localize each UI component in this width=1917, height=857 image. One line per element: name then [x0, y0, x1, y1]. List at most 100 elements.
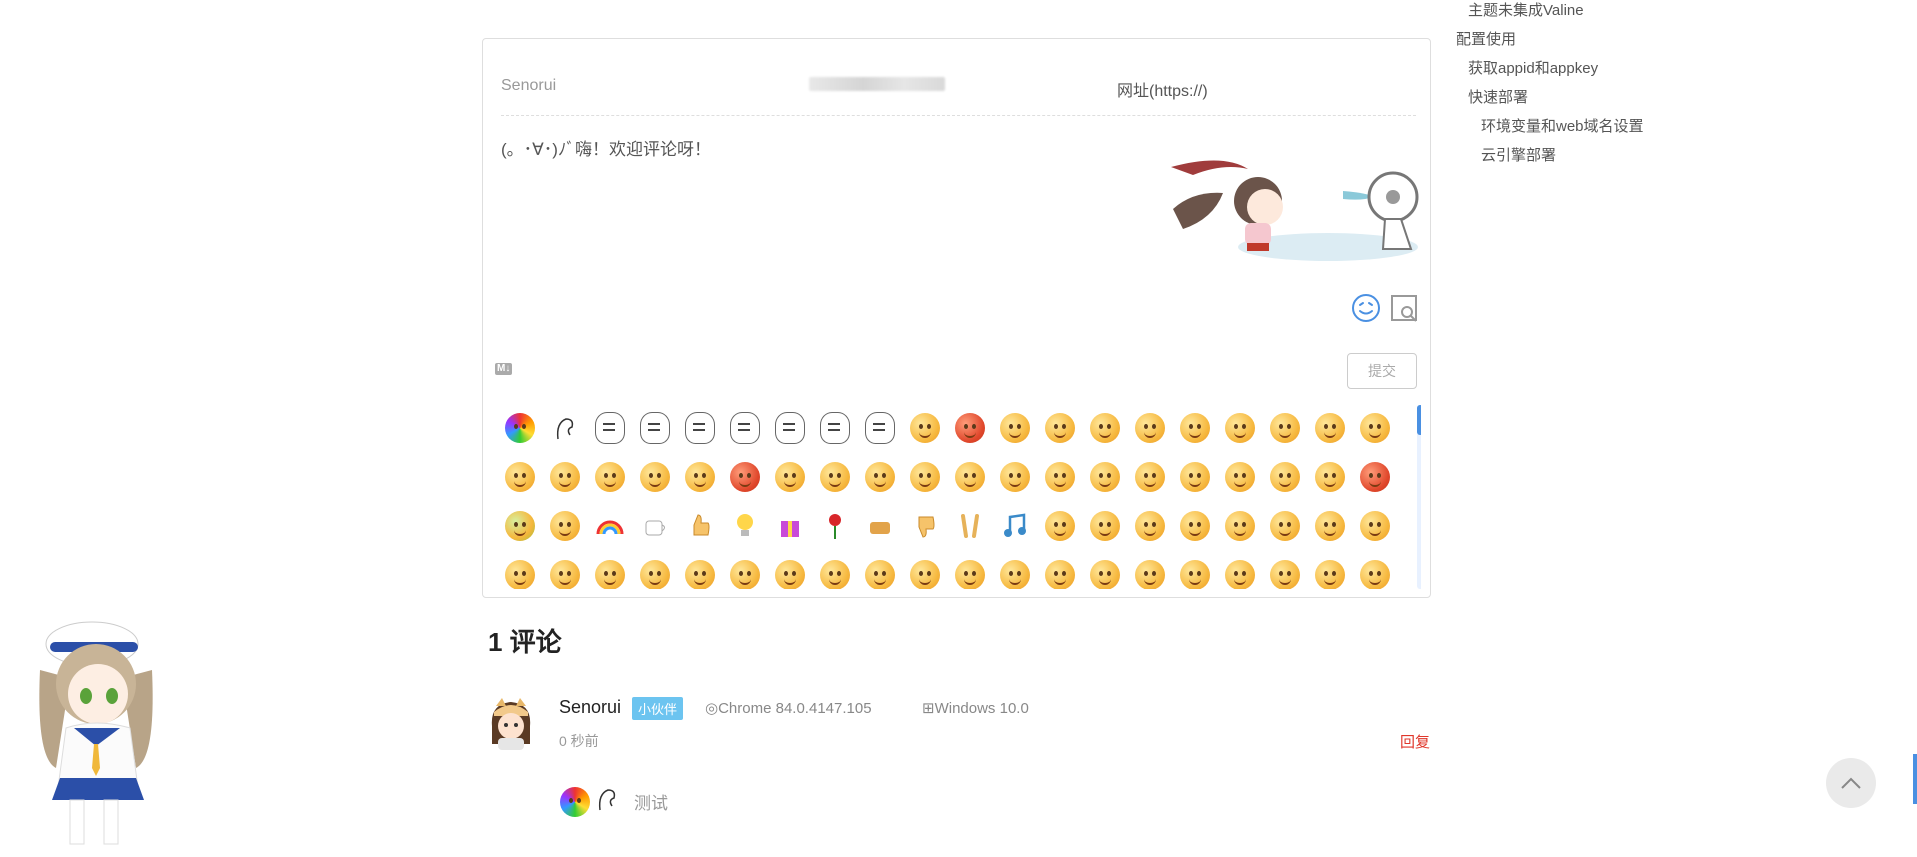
page-scrollbar-thumb[interactable]: [1913, 754, 1917, 804]
emoji-item[interactable]: [1307, 503, 1352, 548]
emoji-item[interactable]: [857, 454, 902, 499]
emoji-item[interactable]: [1262, 405, 1307, 450]
emoji-item[interactable]: [1082, 405, 1127, 450]
emoji-item[interactable]: [1352, 552, 1397, 589]
email-input[interactable]: [809, 77, 945, 91]
emoji-item[interactable]: [992, 405, 1037, 450]
comment-editor[interactable]: (。･∀･)ﾉﾞ嗨！欢迎评论呀！: [501, 135, 711, 160]
emoji-item[interactable]: [1352, 405, 1397, 450]
emoji-item[interactable]: [1307, 405, 1352, 450]
emoji-item[interactable]: [1352, 454, 1397, 499]
emoji-item[interactable]: [1307, 552, 1352, 589]
emoji-item[interactable]: [1037, 454, 1082, 499]
emoji-item[interactable]: [857, 405, 902, 450]
emoji-item[interactable]: [497, 405, 542, 450]
emoji-item[interactable]: [1127, 552, 1172, 589]
emoji-item[interactable]: [947, 405, 992, 450]
emoji-item[interactable]: [1217, 454, 1262, 499]
rainbow-icon[interactable]: [587, 503, 632, 548]
emoji-item[interactable]: [1217, 503, 1262, 548]
emoji-item[interactable]: [902, 405, 947, 450]
emoji-item[interactable]: [1082, 454, 1127, 499]
emoji-item[interactable]: [677, 552, 722, 589]
emoji-item[interactable]: [542, 503, 587, 548]
rose-icon[interactable]: [812, 503, 857, 548]
toc-item[interactable]: 配置使用: [1456, 25, 1644, 54]
emoji-item[interactable]: [1082, 503, 1127, 548]
emoji-item[interactable]: [722, 454, 767, 499]
toc-item[interactable]: 环境变量和web域名设置: [1456, 112, 1644, 141]
emoji-item[interactable]: [542, 405, 587, 450]
music-icon[interactable]: [992, 503, 1037, 548]
emoji-scrollbar-thumb[interactable]: [1417, 405, 1421, 435]
preview-icon[interactable]: [1389, 293, 1419, 323]
emoji-item[interactable]: [1217, 405, 1262, 450]
emoji-item[interactable]: [542, 454, 587, 499]
toc-item[interactable]: 云引擎部署: [1456, 141, 1644, 170]
emoji-item[interactable]: [812, 454, 857, 499]
emoji-item[interactable]: [902, 454, 947, 499]
emoji-item[interactable]: [542, 552, 587, 589]
emoji-item[interactable]: [767, 552, 812, 589]
gift-icon[interactable]: [767, 503, 812, 548]
emoji-item[interactable]: [497, 552, 542, 589]
thumbs-down-icon[interactable]: [902, 503, 947, 548]
emoji-item[interactable]: [767, 405, 812, 450]
emoji-item[interactable]: [812, 405, 857, 450]
emoji-item[interactable]: [587, 552, 632, 589]
toc-item[interactable]: 获取appid和appkey: [1456, 54, 1644, 83]
emoji-item[interactable]: [722, 405, 767, 450]
emoji-item[interactable]: [992, 552, 1037, 589]
emoji-item[interactable]: [1352, 503, 1397, 548]
emoji-item[interactable]: [1037, 405, 1082, 450]
emoji-scrollbar[interactable]: [1417, 405, 1421, 589]
thumbs-up-icon[interactable]: [677, 503, 722, 548]
emoji-item[interactable]: [632, 454, 677, 499]
emoji-item[interactable]: [722, 552, 767, 589]
emoji-item[interactable]: [767, 454, 812, 499]
bulb-icon[interactable]: [722, 503, 767, 548]
toc-item[interactable]: 主题未集成Valine: [1456, 0, 1644, 25]
emoji-item[interactable]: [497, 454, 542, 499]
emoji-item[interactable]: [1172, 405, 1217, 450]
markdown-icon[interactable]: M↓: [495, 363, 513, 375]
website-input[interactable]: 网址(https://): [1117, 77, 1208, 101]
emoji-item[interactable]: [587, 405, 632, 450]
emoji-item[interactable]: [902, 552, 947, 589]
emoji-toggle-icon[interactable]: [1351, 293, 1381, 323]
emoji-item[interactable]: [947, 454, 992, 499]
comment-author[interactable]: Senorui: [559, 697, 621, 718]
nickname-input[interactable]: Senorui: [501, 77, 556, 95]
emoji-item[interactable]: [857, 552, 902, 589]
emoji-item[interactable]: [1172, 552, 1217, 589]
emoji-item[interactable]: [632, 405, 677, 450]
toc-item[interactable]: 快速部署: [1456, 83, 1644, 112]
emoji-item[interactable]: [1127, 454, 1172, 499]
emoji-item[interactable]: [992, 454, 1037, 499]
coffee-icon[interactable]: [632, 503, 677, 548]
victory-icon[interactable]: [947, 503, 992, 548]
emoji-item[interactable]: [1307, 454, 1352, 499]
emoji-item[interactable]: [1127, 503, 1172, 548]
emoji-item[interactable]: [587, 454, 632, 499]
emoji-item[interactable]: [1262, 552, 1307, 589]
emoji-item[interactable]: [1262, 503, 1307, 548]
emoji-item[interactable]: [632, 552, 677, 589]
emoji-item[interactable]: [1127, 405, 1172, 450]
reply-button[interactable]: 回复: [1400, 731, 1430, 752]
emoji-item[interactable]: [1172, 454, 1217, 499]
emoji-item[interactable]: [1037, 552, 1082, 589]
back-to-top-button[interactable]: [1826, 758, 1876, 808]
emoji-item[interactable]: [1172, 503, 1217, 548]
emoji-item[interactable]: [1217, 552, 1262, 589]
emoji-item[interactable]: [812, 552, 857, 589]
submit-button[interactable]: 提交: [1347, 353, 1417, 389]
emoji-item[interactable]: [1262, 454, 1307, 499]
emoji-item[interactable]: [1037, 503, 1082, 548]
emoji-item[interactable]: [1082, 552, 1127, 589]
emoji-item[interactable]: [947, 552, 992, 589]
emoji-item[interactable]: [677, 454, 722, 499]
emoji-item[interactable]: [677, 405, 722, 450]
emoji-item[interactable]: [497, 503, 542, 548]
emoji-item[interactable]: [857, 503, 902, 548]
